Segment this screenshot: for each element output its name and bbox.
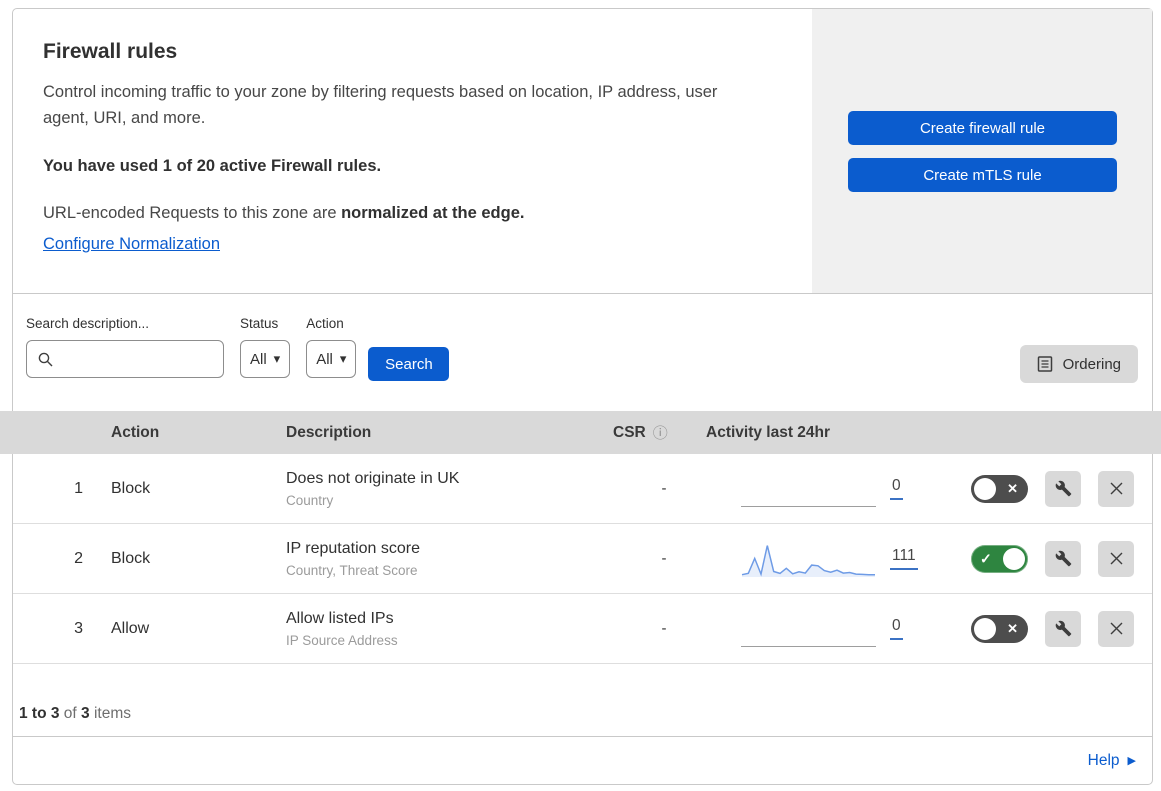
info-icon[interactable]: ⓘ [653, 422, 668, 443]
row-csr: - [661, 480, 667, 497]
top-section: Firewall rules Control incoming traffic … [13, 9, 1152, 294]
action-label: Action [306, 316, 344, 331]
column-csr: CSR ⓘ [613, 422, 668, 443]
page-title: Firewall rules [43, 40, 178, 63]
column-activity: Activity last 24hr [706, 423, 831, 441]
column-description: Description [286, 423, 372, 441]
rule-enabled-toggle[interactable]: ✓ [971, 544, 1028, 573]
close-icon [1110, 482, 1122, 495]
activity-count-link[interactable]: 111 [890, 547, 918, 570]
arrow-right-icon: ▶ [1127, 755, 1136, 767]
create-mtls-rule-button[interactable]: Create mTLS rule [848, 158, 1117, 192]
actions-panel: Create firewall rule Create mTLS rule [812, 9, 1152, 293]
activity-sparkline [741, 610, 876, 647]
wrench-icon [1055, 480, 1071, 497]
row-criteria: Country [286, 492, 334, 508]
x-icon: ✕ [1007, 620, 1018, 636]
activity-sparkline [741, 539, 876, 579]
wrench-icon [1055, 550, 1071, 567]
row-priority: 1 [74, 479, 83, 497]
edit-rule-button[interactable] [1045, 610, 1081, 647]
create-firewall-rule-button[interactable]: Create firewall rule [848, 111, 1117, 145]
activity-sparkline [741, 470, 876, 507]
row-priority: 3 [74, 619, 83, 637]
row-action: Block [111, 549, 151, 567]
search-group: Search description... [26, 316, 224, 378]
search-button[interactable]: Search [368, 347, 450, 381]
rule-enabled-toggle[interactable]: ✕ [971, 614, 1028, 643]
rules-table-body: 1 Block Does not originate in UK Country… [13, 454, 1152, 664]
wrench-icon [1055, 620, 1071, 637]
intro-section: Firewall rules Control incoming traffic … [13, 9, 812, 293]
help-link[interactable]: Help ▶ [1088, 752, 1136, 770]
column-action: Action [111, 423, 160, 441]
row-description-cell: IP reputation score Country, Threat Scor… [286, 540, 613, 578]
status-group: Status All ▾ [240, 316, 291, 378]
ordering-icon [1037, 356, 1052, 372]
row-priority: 2 [74, 549, 83, 567]
row-action: Block [111, 479, 151, 497]
toggle-knob [1003, 547, 1025, 570]
delete-rule-button[interactable] [1098, 540, 1134, 577]
row-csr: - [661, 550, 667, 567]
usage-note: You have used 1 of 20 active Firewall ru… [43, 157, 382, 175]
table-row: 2 Block IP reputation score Country, Thr… [13, 524, 1152, 594]
row-description: Allow listed IPs [286, 609, 394, 627]
chevron-down-icon: ▾ [273, 351, 281, 366]
normalization-note: URL-encoded Requests to this zone are no… [43, 204, 525, 222]
search-label: Search description... [26, 316, 150, 331]
chevron-down-icon: ▾ [339, 351, 347, 366]
edit-rule-button[interactable] [1045, 540, 1081, 577]
x-icon: ✕ [1007, 480, 1018, 496]
edit-rule-button[interactable] [1045, 470, 1081, 507]
ordering-button[interactable]: Ordering [1019, 345, 1138, 383]
table-header: Action Description CSR ⓘ Activity last 2… [0, 411, 1161, 454]
row-controls: ✕ [966, 470, 1152, 507]
search-box[interactable] [26, 340, 224, 378]
check-icon: ✓ [980, 550, 992, 566]
items-count: 1 to 3 of 3 items [19, 705, 132, 722]
row-controls: ✓ [966, 540, 1152, 577]
delete-rule-button[interactable] [1098, 470, 1134, 507]
close-icon [1110, 552, 1122, 565]
table-row: 1 Block Does not originate in UK Country… [13, 454, 1152, 524]
row-controls: ✕ [966, 610, 1152, 647]
filter-bar: Search description... Status All ▾ Actio… [13, 294, 1152, 411]
firewall-rules-panel: Firewall rules Control incoming traffic … [0, 8, 1161, 785]
close-icon [1110, 622, 1122, 635]
configure-normalization-link[interactable]: Configure Normalization [43, 235, 220, 254]
row-criteria: Country, Threat Score [286, 562, 418, 578]
toggle-knob [974, 477, 996, 500]
activity-count-link[interactable]: 0 [890, 617, 903, 640]
row-activity-cell: 0 [701, 610, 966, 647]
search-icon [38, 352, 53, 366]
row-description: IP reputation score [286, 539, 421, 557]
row-activity-cell: 0 [701, 470, 966, 507]
row-description-cell: Does not originate in UK Country [286, 470, 613, 508]
search-description-input[interactable] [62, 351, 213, 367]
page-description: Control incoming traffic to your zone by… [43, 83, 718, 127]
status-label: Status [240, 316, 279, 331]
row-description: Does not originate in UK [286, 469, 460, 487]
row-action: Allow [111, 619, 150, 637]
row-description-cell: Allow listed IPs IP Source Address [286, 610, 613, 648]
help-bar: Help ▶ [13, 736, 1152, 784]
status-select[interactable]: All ▾ [240, 340, 291, 378]
delete-rule-button[interactable] [1098, 610, 1134, 647]
toggle-knob [974, 617, 996, 640]
table-row: 3 Allow Allow listed IPs IP Source Addre… [13, 594, 1152, 664]
row-criteria: IP Source Address [286, 632, 398, 648]
row-activity-cell: 111 [701, 539, 966, 579]
action-select[interactable]: All ▾ [306, 340, 357, 378]
action-group: Action All ▾ [306, 316, 357, 378]
activity-count-link[interactable]: 0 [890, 477, 903, 500]
row-csr: - [661, 620, 667, 637]
rule-enabled-toggle[interactable]: ✕ [971, 474, 1028, 503]
